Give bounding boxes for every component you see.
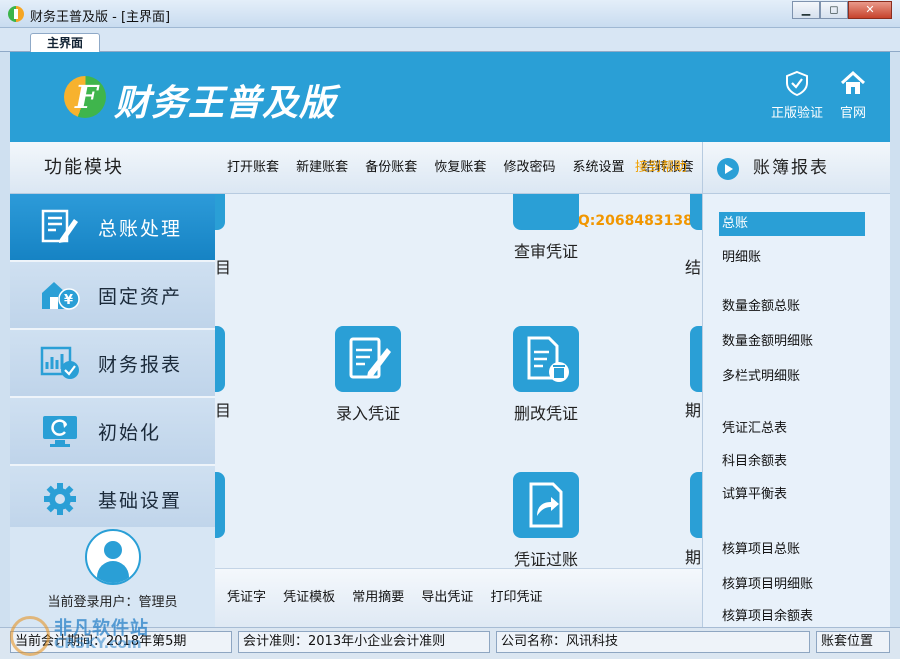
sidebar-title: 功能模块: [10, 142, 215, 194]
function-module-sidebar: 功能模块 总账处理 ¥ 固定资产 财务报表 初始化 基础设置 当前登录用户：管理…: [10, 142, 215, 627]
backup-account-set-button[interactable]: 备份账套: [365, 142, 417, 193]
partial-tile[interactable]: [690, 472, 702, 538]
function-canvas: 咨询QQ:2068483138 目 目 结 期 期 查审凭证 录入凭证 删改凭证…: [215, 194, 702, 568]
sidebar-item-label: 基础设置: [98, 489, 183, 512]
common-summary-button[interactable]: 常用摘要: [352, 569, 404, 627]
report-multi-column-detail[interactable]: 多栏式明细账: [719, 365, 865, 389]
sidebar-item-label: 总账处理: [98, 217, 183, 240]
audit-voucher-label: 查审凭证: [513, 242, 578, 261]
house-yen-icon: ¥: [42, 282, 80, 310]
tab-main[interactable]: 主界面: [30, 33, 100, 53]
audit-voucher-icon: [513, 194, 579, 230]
report-account-balance[interactable]: 科目余额表: [719, 450, 865, 474]
sidebar-item-financial-reports[interactable]: 财务报表: [10, 330, 215, 398]
header-banner: 财务王普及版 正版验证 官网: [10, 52, 890, 142]
report-item-balance[interactable]: 核算项目余额表: [719, 605, 865, 629]
sidebar-item-fixed-assets[interactable]: ¥ 固定资产: [10, 262, 215, 330]
audit-voucher-button[interactable]: 查审凭证: [501, 194, 591, 262]
ledger-report-panel: 账簿报表 总账 明细账 数量金额总账 数量金额明细账 多栏式明细账 凭证汇总表 …: [702, 142, 890, 627]
partial-label: 目: [215, 258, 232, 277]
partial-tile[interactable]: [215, 472, 225, 538]
report-trial-balance[interactable]: 试算平衡表: [719, 483, 865, 507]
sidebar-item-label: 财务报表: [98, 353, 183, 376]
minimize-button[interactable]: ▁: [792, 1, 820, 19]
voucher-template-button[interactable]: 凭证模板: [283, 569, 335, 627]
partial-tile[interactable]: [215, 194, 225, 230]
sidebar-item-general-ledger[interactable]: 总账处理: [10, 194, 215, 262]
right-panel-header: 账簿报表: [703, 142, 890, 194]
report-qty-amount-ledger[interactable]: 数量金额总账: [719, 295, 865, 319]
open-account-set-button[interactable]: 打开账套: [227, 142, 279, 193]
website-button[interactable]: 官网: [823, 70, 883, 121]
report-qty-amount-detail[interactable]: 数量金额明细账: [719, 330, 865, 354]
app-logo-icon: [8, 6, 24, 22]
status-account-location: 账套位置: [816, 631, 890, 653]
system-settings-button[interactable]: 系统设置: [573, 142, 625, 193]
partial-tile[interactable]: [215, 326, 225, 392]
delete-voucher-icon: [513, 326, 579, 392]
brand-logo-icon: [64, 76, 106, 118]
user-avatar-icon: [84, 529, 141, 585]
ledger-pen-icon: [41, 209, 78, 243]
status-company-name: 公司名称：风讯科技: [496, 631, 810, 653]
svg-text:¥: ¥: [64, 293, 75, 308]
report-general-ledger[interactable]: 总账: [719, 212, 865, 236]
website-label: 官网: [839, 106, 866, 121]
close-button[interactable]: ✕: [848, 1, 892, 19]
export-voucher-button[interactable]: 导出凭证: [421, 569, 473, 627]
title-bar: 财务王普及版 - [主界面] ▁ ◻ ✕: [0, 0, 900, 28]
post-voucher-button[interactable]: 凭证过账: [501, 472, 591, 568]
modify-voucher-label: 删改凭证: [513, 404, 578, 423]
report-item-ledger[interactable]: 核算项目总账: [719, 538, 865, 562]
status-accounting-standard: 会计准则：2013年小企业会计准则: [238, 631, 490, 653]
report-voucher-summary[interactable]: 凭证汇总表: [719, 417, 865, 441]
sidebar-item-initialize[interactable]: 初始化: [10, 398, 215, 466]
partial-label: 目: [215, 401, 232, 420]
partial-label: 结: [685, 258, 702, 277]
home-icon: [840, 70, 866, 94]
voucher-type-button[interactable]: 凭证字: [227, 569, 266, 627]
partial-tile[interactable]: [690, 194, 702, 230]
maximize-button[interactable]: ◻: [820, 1, 848, 19]
top-toolbar: 打开账套 新建账套 备份账套 恢复账套 修改密码 系统设置 结转账套 接到帮助: [215, 142, 702, 194]
enter-voucher-label: 录入凭证: [335, 404, 400, 423]
new-account-set-button[interactable]: 新建账套: [296, 142, 348, 193]
restore-account-set-button[interactable]: 恢复账套: [434, 142, 486, 193]
monitor-refresh-icon: [43, 416, 77, 447]
current-user-panel: 当前登录用户：管理员: [10, 527, 215, 627]
status-period: 当前会计期间：2018年第5期: [10, 631, 232, 653]
app-name: 财务王普及版: [114, 83, 337, 124]
window-title: 财务王普及版 - [主界面]: [30, 10, 171, 25]
report-detail-ledger[interactable]: 明细账: [719, 246, 865, 270]
bottom-action-bar: 凭证字 凭证模板 常用摘要 导出凭证 打印凭证: [215, 568, 702, 627]
edit-voucher-icon: [335, 326, 401, 392]
gear-icon: [44, 483, 76, 515]
print-voucher-button[interactable]: 打印凭证: [490, 569, 542, 627]
sidebar-item-label: 初始化: [98, 421, 162, 444]
report-check-icon: [40, 346, 79, 379]
modify-voucher-button[interactable]: 删改凭证: [501, 326, 591, 424]
shield-check-icon: [786, 70, 808, 96]
post-voucher-icon: [513, 472, 579, 538]
change-password-button[interactable]: 修改密码: [503, 142, 555, 193]
arrow-right-icon: [717, 158, 739, 180]
report-item-detail[interactable]: 核算项目明细账: [719, 573, 865, 597]
status-bar: 当前会计期间：2018年第5期 会计准则：2013年小企业会计准则 公司名称：风…: [0, 627, 900, 659]
right-panel-title: 账簿报表: [753, 158, 829, 178]
post-voucher-label: 凭证过账: [513, 550, 578, 568]
partial-label: 期: [685, 401, 702, 420]
license-verify-label: 正版验证: [770, 106, 823, 121]
help-overlay-text: 接到帮助: [635, 160, 688, 175]
sidebar-item-basic-settings[interactable]: 基础设置: [10, 466, 215, 534]
partial-tile[interactable]: [690, 326, 702, 392]
current-user-label: 当前登录用户：管理员: [47, 595, 178, 610]
license-verify-button[interactable]: 正版验证: [767, 70, 827, 121]
sidebar-item-label: 固定资产: [98, 285, 183, 308]
partial-label: 期: [685, 548, 702, 567]
enter-voucher-button[interactable]: 录入凭证: [323, 326, 413, 424]
document-tabstrip: 主界面: [0, 28, 900, 53]
window-controls: ▁ ◻ ✕: [792, 1, 892, 19]
